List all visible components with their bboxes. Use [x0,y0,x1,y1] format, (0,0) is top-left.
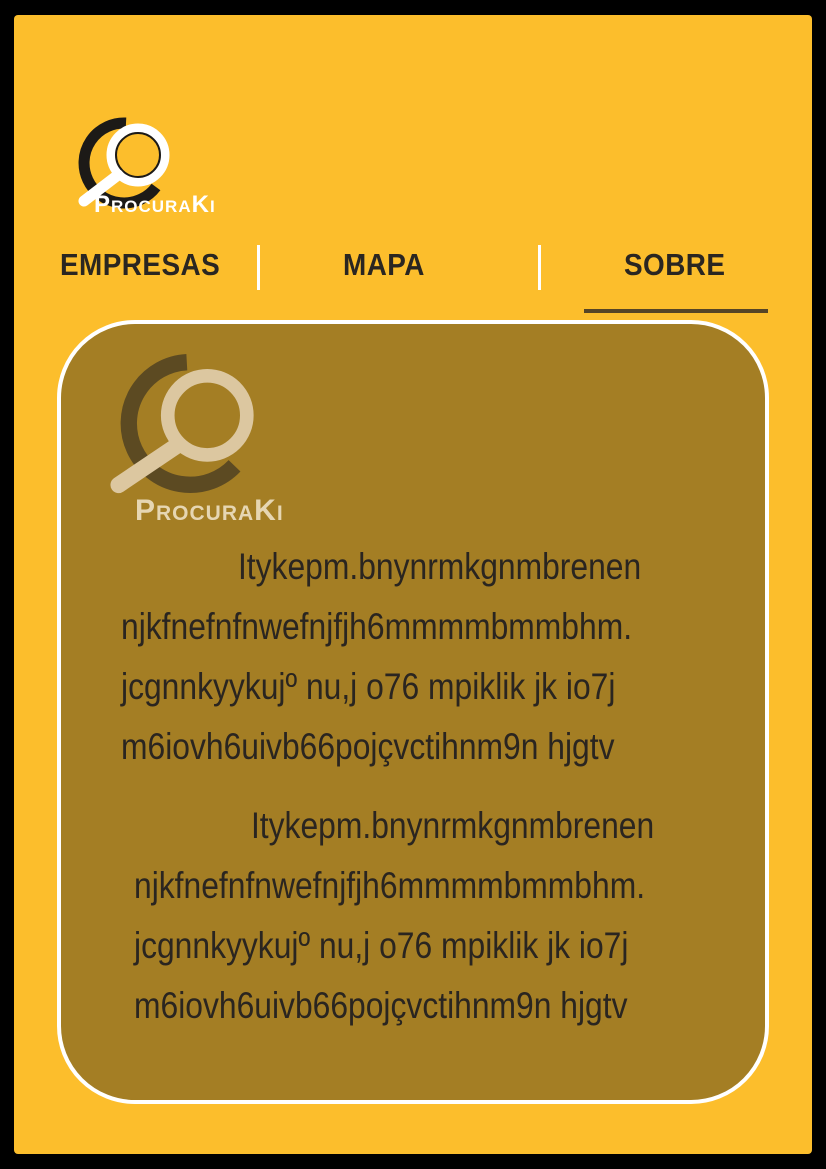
paragraph-line: m6iovh6uivb66pojçvctihnm9n hjgtv [121,726,615,767]
magnifier-logo-icon [110,354,254,494]
paragraph-line: Itykepm.bnynrmkgnmbrenen [250,805,655,846]
logo-text: ProcuraKi [94,191,216,218]
tab-empresas[interactable]: EMPRESAS [60,247,220,283]
tab-sobre[interactable]: SOBRE [624,247,725,283]
card-logo-text: ProcuraKi [135,494,284,527]
paragraph-line: njkfnefnfnwefnjfjh6mmmmbmmbhm. [134,865,646,906]
paragraph-line: Itykepm.bnynrmkgnmbrenen [237,546,642,587]
paragraph-line: jcgnnkyykujº nu,j o76 mpiklik jk io7j [121,666,616,707]
paragraph-line: jcgnnkyykujº nu,j o76 mpiklik jk io7j [134,925,629,966]
card-logo: ProcuraKi [105,354,365,527]
about-card: ProcuraKi Itykepm.bnynrmkgnmbrenen njkfn… [57,320,769,1104]
about-paragraph-2: Itykepm.bnynrmkgnmbrenen njkfnefnfnwefnj… [134,796,654,1036]
nav-tabs: EMPRESAS MAPA SOBRE [14,241,812,321]
procuraki-logo: ProcuraKi [76,115,256,231]
tab-mapa[interactable]: MAPA [343,247,425,283]
app-frame: ProcuraKi EMPRESAS MAPA SOBRE ProcuraKi … [14,15,812,1154]
paragraph-line: m6iovh6uivb66pojçvctihnm9n hjgtv [134,985,628,1026]
about-paragraph-1: Itykepm.bnynrmkgnmbrenen njkfnefnfnwefnj… [121,537,641,777]
paragraph-line: njkfnefnfnwefnjfjh6mmmmbmmbhm. [121,606,633,647]
tab-divider [257,245,260,290]
active-tab-indicator [584,309,768,313]
tab-divider [538,245,541,290]
